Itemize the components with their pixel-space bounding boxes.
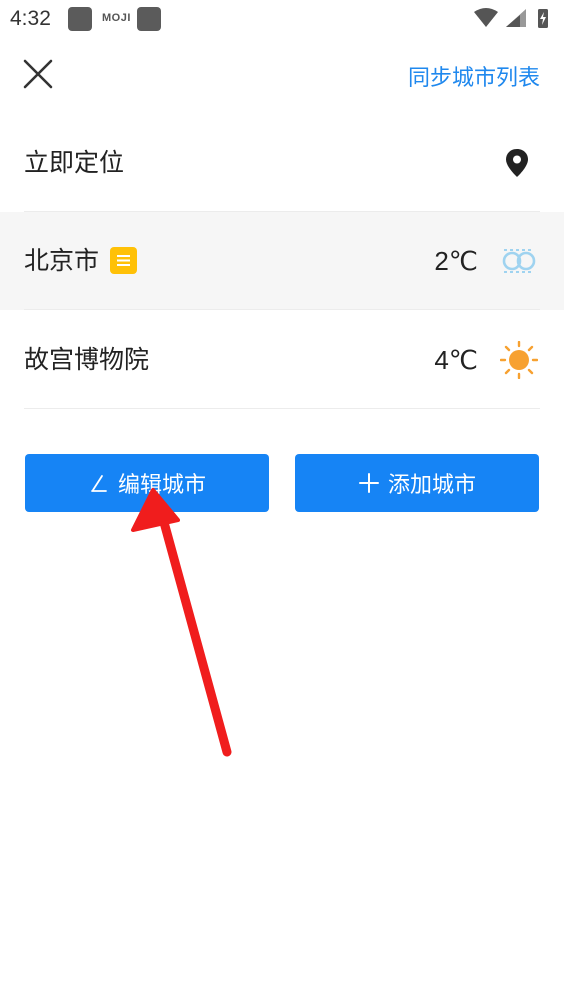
moji-notification-icon: MOJI <box>102 12 131 24</box>
edit-cities-label: 编辑城市 <box>117 473 206 498</box>
locate-row[interactable]: 立即定位 <box>0 114 564 212</box>
city-temperature: 2℃ <box>434 246 478 276</box>
city-row-palace-museum[interactable]: 故宫博物院 4℃ <box>0 311 564 409</box>
city-row-beijing[interactable]: 北京市 2℃ <box>0 212 564 310</box>
sunny-icon <box>500 341 538 379</box>
add-city-button[interactable]: 添加城市 <box>295 454 539 512</box>
location-pin-icon <box>506 149 528 177</box>
status-time: 4:32 <box>10 7 51 30</box>
status-bar: 4:32 MOJI <box>0 0 564 38</box>
close-icon[interactable] <box>22 58 54 90</box>
divider <box>24 408 540 409</box>
city-name: 北京市 <box>24 246 100 275</box>
edit-cities-button[interactable]: 编辑城市 <box>25 454 269 512</box>
divider <box>24 309 540 310</box>
edit-icon <box>91 475 107 492</box>
notification-icon <box>68 7 92 31</box>
plus-icon <box>358 473 379 493</box>
system-status-icons <box>474 8 548 28</box>
menu-badge-icon <box>110 247 137 274</box>
sync-city-list-link[interactable]: 同步城市列表 <box>408 60 540 92</box>
add-city-label: 添加城市 <box>387 473 476 498</box>
wifi-icon <box>474 8 498 27</box>
fog-icon <box>502 249 536 273</box>
city-temperature: 4℃ <box>434 345 478 375</box>
locate-label: 立即定位 <box>24 148 125 177</box>
notification-icon <box>137 7 161 31</box>
city-name: 故宫博物院 <box>24 345 150 374</box>
